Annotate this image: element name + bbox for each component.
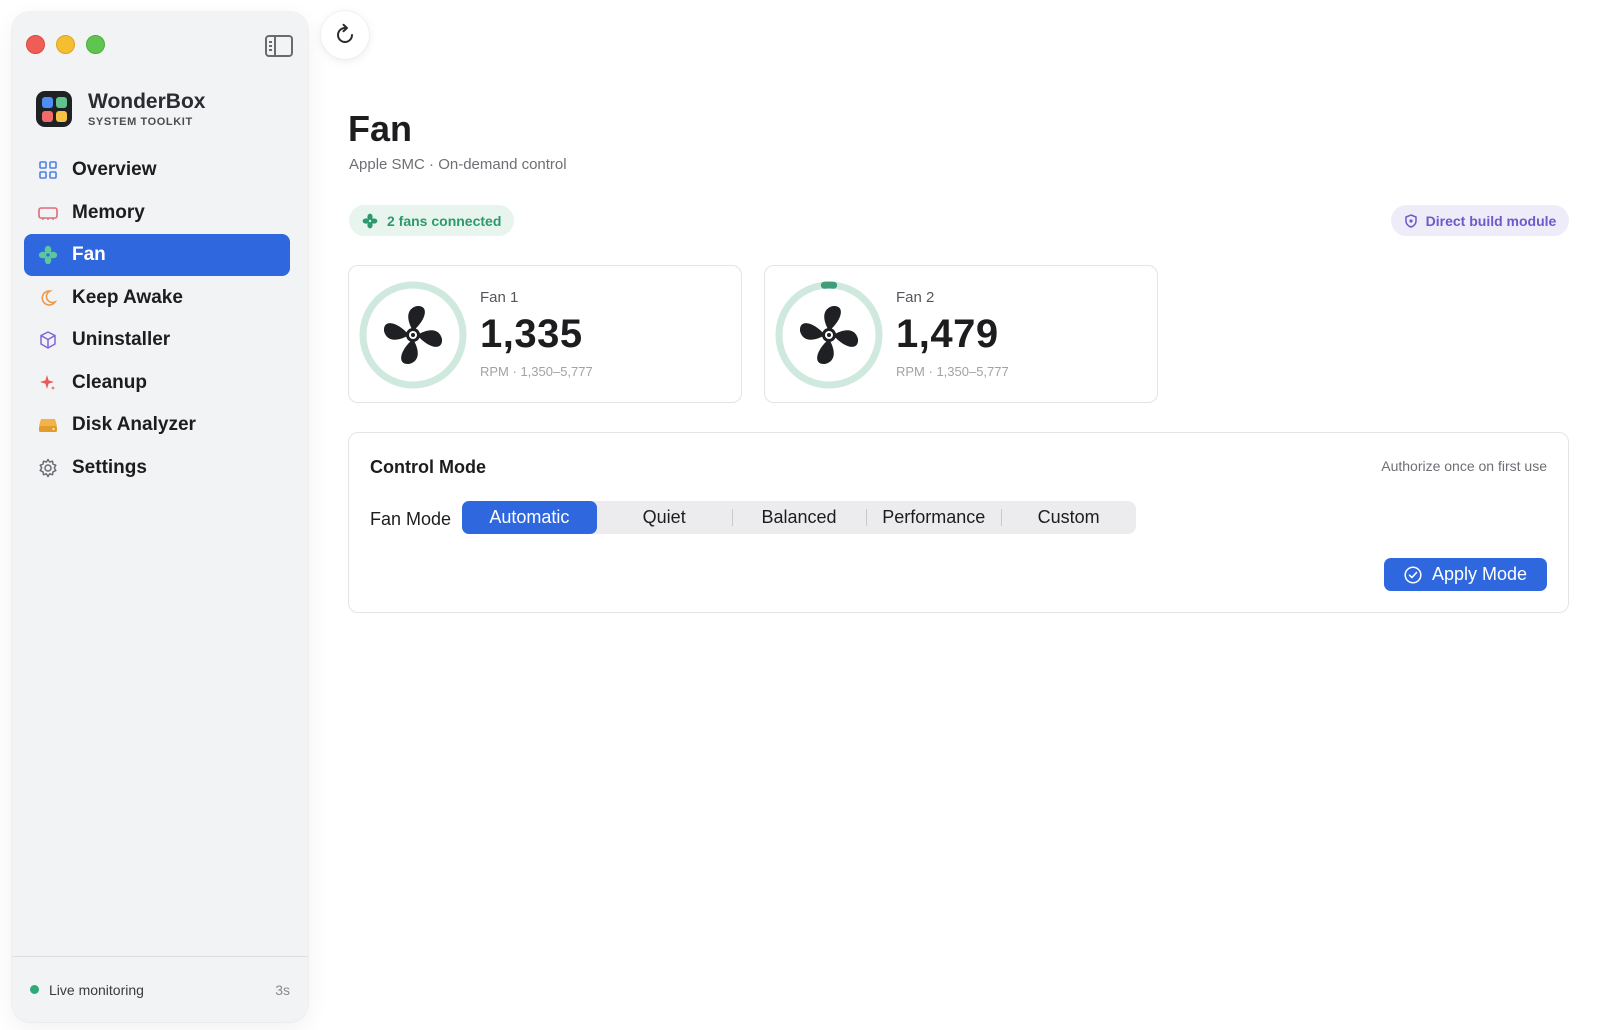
fan-icon	[362, 213, 378, 228]
app-logo-icon	[36, 91, 72, 127]
live-status-dot	[30, 985, 39, 994]
memory-chip-icon	[38, 203, 58, 223]
sidebar-item-label: Overview	[72, 159, 157, 180]
fan-card-1: Fan 1 1,335 RPM · 1,350–5,777	[348, 265, 742, 403]
close-window-button[interactable]	[26, 35, 45, 54]
fan-rpm-value: 1,335	[480, 312, 583, 356]
app-name: WonderBox	[88, 90, 206, 113]
fan-card-2: Fan 2 1,479 RPM · 1,350–5,777	[764, 265, 1158, 403]
app-subtitle: SYSTEM TOOLKIT	[88, 116, 193, 128]
sidebar-nav: Overview Memory Fan Keep Awake Uninstall…	[24, 149, 290, 489]
moon-icon	[38, 288, 58, 308]
check-circle-icon	[1404, 565, 1422, 584]
sidebar-item-label: Disk Analyzer	[72, 414, 196, 435]
sidebar-item-overview[interactable]: Overview	[24, 149, 290, 191]
fan-rpm-value: 1,479	[896, 312, 999, 356]
sidebar-item-cleanup[interactable]: Cleanup	[24, 362, 290, 404]
control-mode-title: Control Mode	[370, 457, 486, 477]
fan-blades-icon	[799, 305, 859, 365]
brand: WonderBox SYSTEM TOOLKIT	[36, 90, 205, 128]
build-module-badge: Direct build module	[1391, 205, 1569, 236]
refresh-button[interactable]	[321, 11, 369, 59]
apply-mode-label: Apply Mode	[1431, 564, 1528, 584]
box-icon	[38, 330, 58, 350]
sidebar-item-keep-awake[interactable]: Keep Awake	[24, 277, 290, 319]
maximize-window-button[interactable]	[86, 35, 105, 54]
mode-performance[interactable]: Performance	[866, 501, 1001, 534]
gear-icon	[38, 458, 58, 478]
fan-rpm-range: RPM · 1,350–5,777	[480, 364, 593, 379]
mode-automatic[interactable]: Automatic	[462, 501, 597, 534]
sidebar-item-label: Fan	[72, 244, 106, 265]
control-mode-card: Control Mode Authorize once on first use…	[348, 432, 1569, 613]
fan-rpm-range: RPM · 1,350–5,777	[896, 364, 1009, 379]
sidebar-item-uninstaller[interactable]: Uninstaller	[24, 319, 290, 361]
apply-mode-button[interactable]: Apply Mode	[1384, 558, 1547, 591]
fan-name: Fan 1	[480, 289, 519, 306]
sidebar-item-label: Keep Awake	[72, 286, 183, 308]
sidebar-toggle-icon[interactable]	[265, 35, 293, 57]
mode-custom[interactable]: Custom	[1001, 501, 1136, 534]
disk-icon	[38, 415, 58, 435]
fans-connected-label: 2 fans connected	[387, 212, 502, 229]
fan-icon	[38, 245, 58, 265]
sidebar-item-settings[interactable]: Settings	[24, 447, 290, 489]
minimize-window-button[interactable]	[56, 35, 75, 54]
window-controls	[26, 35, 105, 54]
sidebar-item-fan[interactable]: Fan	[24, 234, 290, 276]
fan-speed-gauge	[775, 281, 883, 389]
authorize-hint: Authorize once on first use	[1381, 458, 1547, 474]
refresh-icon	[337, 23, 353, 43]
sparkle-icon	[38, 373, 58, 393]
mode-balanced[interactable]: Balanced	[731, 501, 867, 534]
sidebar-footer: Live monitoring 3s	[12, 956, 308, 1022]
sidebar: WonderBox SYSTEM TOOLKIT Overview Memory…	[12, 12, 308, 1022]
sidebar-item-label: Cleanup	[72, 371, 147, 393]
page-title: Fan	[348, 108, 413, 149]
refresh-interval: 3s	[275, 981, 290, 998]
sidebar-item-label: Settings	[72, 456, 147, 478]
fan-name: Fan 2	[896, 289, 935, 306]
fan-mode-segmented-control: Automatic Quiet Balanced Performance Cus…	[462, 501, 1136, 534]
sidebar-item-disk-analyzer[interactable]: Disk Analyzer	[24, 404, 290, 446]
fans-connected-badge: 2 fans connected	[349, 205, 515, 236]
sidebar-item-label: Uninstaller	[72, 329, 171, 350]
fan-blades-icon	[383, 305, 443, 365]
fan-mode-label: Fan Mode	[370, 509, 452, 529]
live-monitoring-label: Live monitoring	[49, 981, 144, 998]
mode-quiet[interactable]: Quiet	[597, 501, 732, 534]
grid-icon	[38, 160, 58, 180]
fan-speed-gauge	[359, 281, 467, 389]
build-module-label: Direct build module	[1425, 212, 1557, 229]
sidebar-item-label: Memory	[72, 201, 145, 223]
shield-icon	[1404, 213, 1417, 228]
page-subtitle: Apple SMC · On-demand control	[349, 156, 567, 173]
sidebar-item-memory[interactable]: Memory	[24, 192, 290, 234]
